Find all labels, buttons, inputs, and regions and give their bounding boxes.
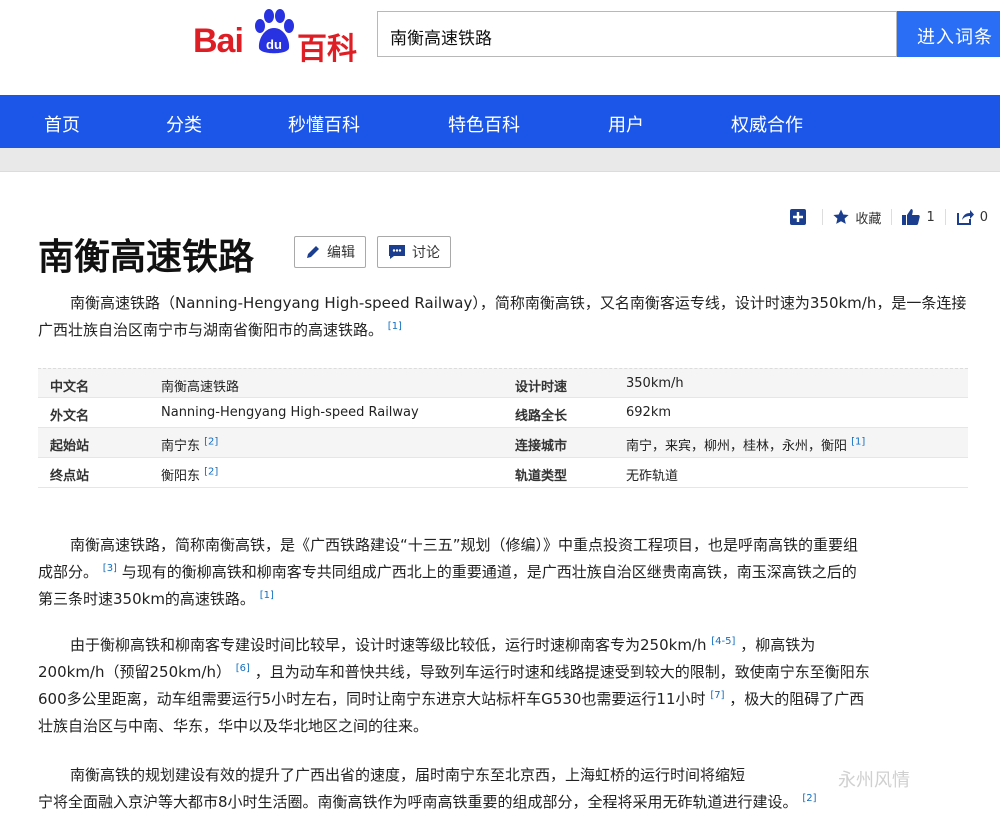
enter-entry-button[interactable]: 进入词条 <box>897 11 1000 57</box>
page-title: 南衡高速铁路 <box>38 236 255 278</box>
reference-link[interactable]: [4-5] <box>711 636 735 647</box>
reference-link[interactable]: [7] <box>710 690 724 701</box>
infobox-label: 轨道类型 <box>515 469 568 484</box>
paragraph-text: 600多公里距离，动车组需要运行5小时左右，同时让南宁东进京大站标杆车G530也… <box>38 690 706 708</box>
infobox-value: 南宁东 [2] <box>161 436 219 454</box>
paragraph-text: 南衡高铁的规划建设有效的提升了广西出省的速度，届时南宁东至北京西，上海虹桥的运行… <box>70 766 746 784</box>
logo-du-text: du <box>266 37 282 52</box>
article-content: 收藏 1 0 南衡高速铁路 编辑 讨论 南衡高速铁路（Nanning-Hengy… <box>0 172 1000 820</box>
infobox-value: 南衡高速铁路 <box>161 380 240 395</box>
collect-button[interactable]: 收藏 <box>833 208 881 227</box>
reference-link[interactable]: [2] <box>204 437 218 448</box>
paw-icon: du <box>255 9 294 54</box>
share-count: 0 <box>979 209 988 225</box>
infobox-value: 350km/h <box>626 376 684 391</box>
share-button[interactable]: 0 <box>956 209 988 225</box>
infobox-value: 无砟轨道 <box>626 469 679 484</box>
share-icon <box>956 210 974 225</box>
nav-item-cooperation[interactable]: 权威合作 <box>731 111 803 137</box>
pencil-icon <box>307 246 319 258</box>
intro-paragraph: 南衡高速铁路（Nanning-Hengyang High-speed Railw… <box>38 290 970 344</box>
infobox-row: 起始站 南宁东 [2] 连接城市 南宁，来宾，柳州，桂林，永州，衡阳 [1] <box>38 428 968 458</box>
infobox-row: 外文名 Nanning-Hengyang High-speed Railway … <box>38 398 968 428</box>
paragraph-text: 200km/h（预留250km/h） <box>38 663 231 681</box>
discuss-label: 讨论 <box>412 245 440 261</box>
nav-item-home[interactable]: 首页 <box>44 111 80 137</box>
intro-text: 南衡高速铁路（Nanning-Hengyang High-speed Railw… <box>38 294 967 339</box>
reference-link[interactable]: [1] <box>851 437 865 448</box>
add-button[interactable] <box>790 209 812 225</box>
paragraph-text: ，且为动车和普快共线，导致列车运行时速和线路提速受到较大的限制，致使南宁东至衡阳… <box>254 663 870 681</box>
infobox-value: Nanning-Hengyang High-speed Railway <box>161 405 419 420</box>
toolbar-separator <box>891 209 893 225</box>
paragraph-text: 宁将全面融入京沪等大都市8小时生活圈。南衡高铁作为呼南高铁重要的组成部分，全程将… <box>38 793 798 811</box>
logo-bai-text: Bai <box>193 22 244 60</box>
nav-item-miaodong[interactable]: 秒懂百科 <box>288 111 360 137</box>
toolbar-separator <box>822 209 824 225</box>
search-input[interactable]: 南衡高速铁路 <box>377 11 897 57</box>
like-button[interactable]: 1 <box>902 209 935 225</box>
toolbar-separator <box>944 209 946 225</box>
infobox-label: 设计时速 <box>515 380 568 395</box>
reference-link[interactable]: [2] <box>204 467 218 478</box>
infobox-label: 外文名 <box>50 409 90 424</box>
infobox-label: 连接城市 <box>515 439 568 454</box>
paragraph-text: 第三条时速350km的高速铁路。 <box>38 590 255 608</box>
infobox-label: 终点站 <box>50 469 90 484</box>
infobox-label: 线路全长 <box>515 409 568 424</box>
infobox-value: 692km <box>626 405 672 420</box>
logo-baike-text: 百科 <box>297 32 357 67</box>
body-paragraph: 南衡高铁的规划建设有效的提升了广西出省的速度，届时南宁东至北京西，上海虹桥的运行… <box>38 762 970 816</box>
body-paragraph: 南衡高速铁路，简称南衡高铁，是《广西铁路建设“十三五”规划（修编）》中重点投资工… <box>38 532 970 613</box>
paragraph-text: 成部分。 <box>38 563 99 581</box>
paragraph-text: ，柳高铁为 <box>740 636 816 654</box>
star-icon <box>833 209 850 224</box>
paragraph-text: 与现有的衡柳高铁和柳南客专共同组成广西北上的重要通道，是广西壮族自治区继贵南高铁… <box>121 563 857 581</box>
nav-item-category[interactable]: 分类 <box>166 111 202 137</box>
reference-link[interactable]: [1] <box>388 321 402 332</box>
paragraph-text: ，极大的阻碍了广西 <box>729 690 865 708</box>
paragraph-text: 壮族自治区与中南、华东，华中以及华北地区之间的往来。 <box>38 717 429 735</box>
chat-bubble-icon <box>389 245 405 259</box>
nav-item-user[interactable]: 用户 <box>608 111 644 137</box>
body-paragraph: 由于衡柳高铁和柳南客专建设时间比较早，设计时速等级比较低，运行时速柳南客专为25… <box>38 632 970 740</box>
reference-link[interactable]: [3] <box>103 563 117 574</box>
nav-item-featured[interactable]: 特色百科 <box>448 111 520 137</box>
divider-band <box>0 148 1000 172</box>
main-nav: 首页 分类 秒懂百科 特色百科 用户 权威合作 <box>0 95 1000 148</box>
plus-square-icon <box>790 209 807 225</box>
infobox-label: 中文名 <box>50 380 90 395</box>
reference-link[interactable]: [1] <box>260 590 274 601</box>
article-toolbar: 收藏 1 0 <box>780 206 988 228</box>
infobox-value: 南宁，来宾，柳州，桂林，永州，衡阳 [1] <box>626 436 866 454</box>
wechat-watermark: 永州风情 <box>838 770 910 791</box>
infobox-label: 起始站 <box>50 439 90 454</box>
paragraph-text: 由于衡柳高铁和柳南客专建设时间比较早，设计时速等级比较低，运行时速柳南客专为25… <box>70 636 707 654</box>
like-count: 1 <box>926 209 935 225</box>
thumbs-up-icon <box>902 209 921 225</box>
infobox-row: 中文名 南衡高速铁路 设计时速 350km/h <box>38 368 968 398</box>
discuss-button[interactable]: 讨论 <box>377 236 451 268</box>
infobox: 中文名 南衡高速铁路 设计时速 350km/h 外文名 Nanning-Heng… <box>38 368 968 488</box>
baidu-baike-logo[interactable]: Bai du 百科 <box>193 8 363 67</box>
edit-button[interactable]: 编辑 <box>294 236 366 268</box>
header: Bai du 百科 南衡高速铁路 进入词条 <box>0 0 1000 95</box>
infobox-row: 终点站 衡阳东 [2] 轨道类型 无砟轨道 <box>38 458 968 488</box>
edit-label: 编辑 <box>327 245 355 261</box>
paragraph-text: 南衡高速铁路，简称南衡高铁，是《广西铁路建设“十三五”规划（修编）》中重点投资工… <box>70 536 859 554</box>
search-input-value: 南衡高速铁路 <box>390 29 492 49</box>
infobox-value: 衡阳东 [2] <box>161 466 219 484</box>
reference-link[interactable]: [2] <box>802 793 816 804</box>
collect-label: 收藏 <box>855 211 882 227</box>
reference-link[interactable]: [6] <box>236 663 250 674</box>
